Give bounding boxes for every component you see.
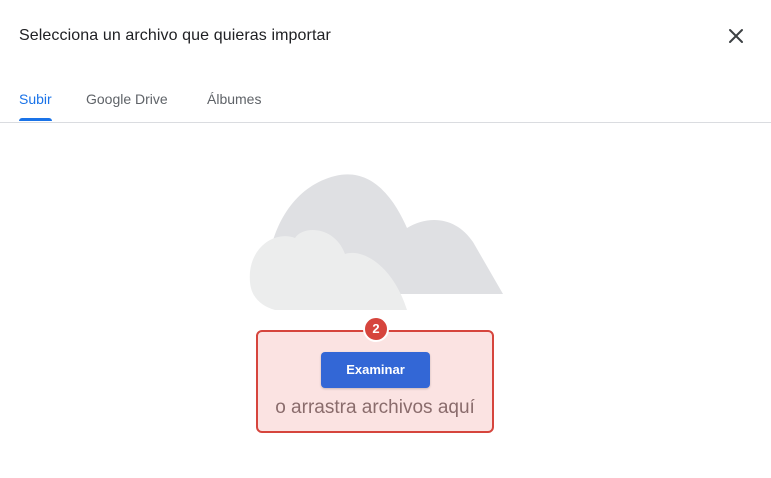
tab-google-drive[interactable]: Google Drive — [86, 90, 168, 108]
dialog-title: Selecciona un archivo que quieras import… — [19, 27, 331, 44]
close-button[interactable] — [722, 22, 750, 50]
import-file-dialog: Selecciona un archivo que quieras import… — [0, 0, 771, 478]
tab-bar: Subir Google Drive Álbumes — [0, 78, 771, 123]
step-badge: 2 — [363, 316, 389, 342]
browse-button[interactable]: Examinar — [321, 352, 430, 388]
tab-subir[interactable]: Subir — [19, 90, 52, 108]
tab-albumes[interactable]: Álbumes — [207, 90, 261, 108]
active-tab-indicator — [19, 118, 52, 121]
cloud-icon — [249, 174, 503, 310]
drag-files-text: o arrastra archivos aquí — [275, 397, 475, 418]
close-icon — [729, 29, 743, 43]
